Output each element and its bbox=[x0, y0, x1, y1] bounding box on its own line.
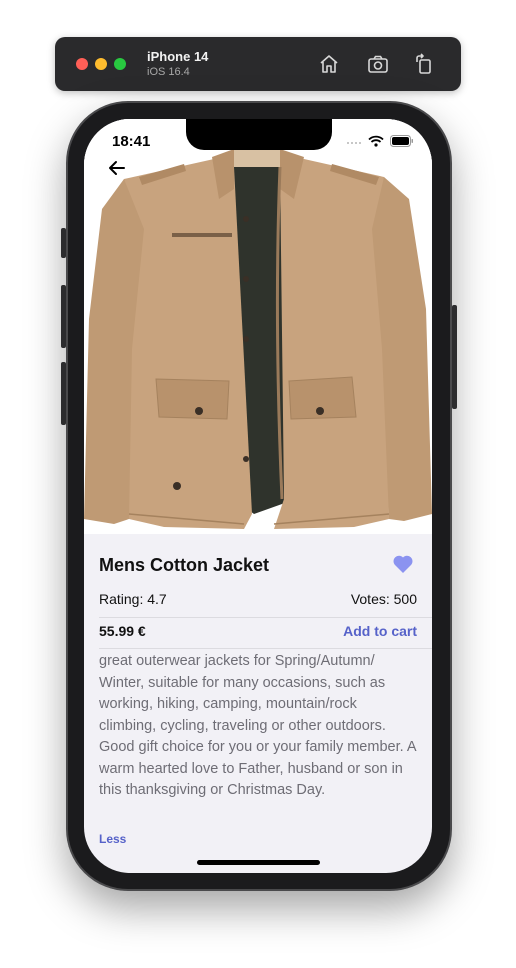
mute-switch bbox=[61, 228, 66, 258]
favorite-button[interactable] bbox=[391, 552, 415, 576]
divider bbox=[99, 617, 432, 618]
dynamic-notch bbox=[186, 119, 332, 150]
heart-icon bbox=[393, 555, 413, 573]
battery-icon bbox=[390, 135, 413, 147]
divider bbox=[99, 648, 432, 649]
votes-text: Votes: 500 bbox=[350, 591, 417, 607]
volume-up-button bbox=[61, 285, 66, 348]
less-button[interactable]: Less bbox=[99, 832, 126, 846]
screenshot-icon[interactable] bbox=[366, 52, 390, 76]
minimize-window-button[interactable] bbox=[95, 58, 107, 70]
product-price: 55.99 € bbox=[99, 623, 146, 639]
product-image bbox=[84, 119, 432, 534]
arrow-left-icon bbox=[109, 161, 125, 175]
simulator-device-name: iPhone 14 bbox=[147, 49, 209, 64]
price-cart-row: 55.99 € Add to cart bbox=[99, 623, 417, 639]
zoom-window-button[interactable] bbox=[114, 58, 126, 70]
power-button bbox=[452, 305, 457, 409]
rotate-icon[interactable] bbox=[412, 52, 436, 76]
product-title: Mens Cotton Jacket bbox=[99, 555, 270, 575]
home-icon[interactable] bbox=[317, 52, 341, 76]
back-button[interactable] bbox=[106, 157, 128, 179]
jacket-image bbox=[84, 119, 432, 534]
simulator-os-version: iOS 16.4 bbox=[147, 66, 190, 78]
signal-icon bbox=[347, 142, 361, 144]
close-window-button[interactable] bbox=[76, 58, 88, 70]
volume-down-button bbox=[61, 362, 66, 425]
rating-text: Rating: 4.7 bbox=[99, 591, 167, 607]
phone-screen: 18:41 Mens Cotton Jacket Rating: 4.7 Vot… bbox=[84, 119, 432, 873]
add-to-cart-button[interactable]: Add to cart bbox=[343, 623, 417, 639]
rating-votes-row: Rating: 4.7 Votes: 500 bbox=[99, 591, 417, 607]
status-icons bbox=[346, 135, 414, 147]
title-row: Mens Cotton Jacket bbox=[99, 552, 417, 582]
home-indicator[interactable] bbox=[197, 860, 320, 865]
product-description: great outerwear jackets for Spring/Autum… bbox=[99, 653, 416, 798]
simulator-toolbar: iPhone 14 iOS 16.4 bbox=[55, 37, 461, 91]
status-time: 18:41 bbox=[112, 133, 151, 150]
wifi-icon bbox=[368, 135, 384, 147]
